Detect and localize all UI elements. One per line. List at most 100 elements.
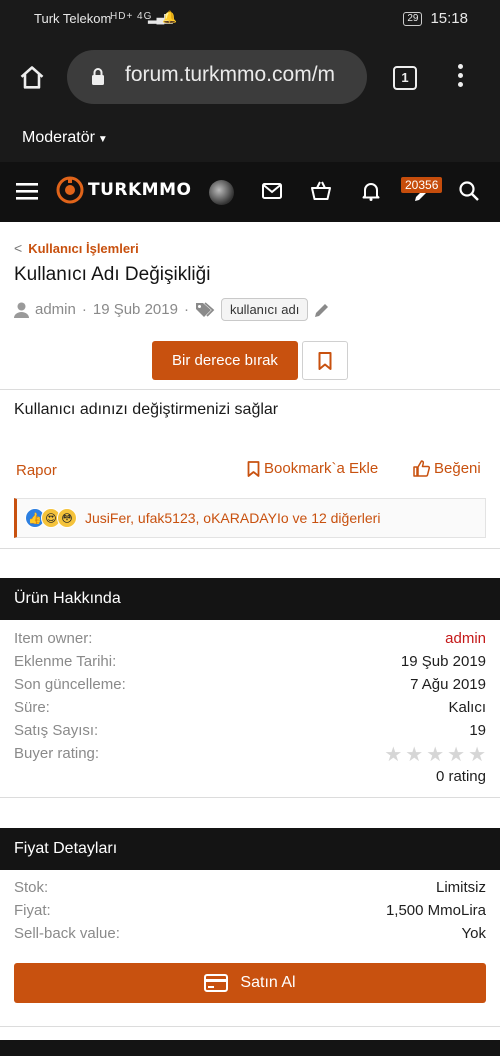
resource-description: Kullanıcı adınızı değiştirmenizi sağlar	[14, 401, 279, 418]
chevron-left-icon: <	[14, 240, 23, 256]
wow-reaction-icon: 😳	[57, 508, 77, 528]
publish-date: 19 Şub 2019	[92, 301, 178, 318]
info-row-duration: Süre: Kalıcı	[14, 699, 486, 722]
clock: 15:18	[430, 10, 468, 27]
edit-pencil-icon[interactable]	[314, 302, 330, 318]
browser-toolbar: forum.turkmmo.com/m 1	[0, 38, 500, 116]
info-value: 19	[469, 722, 486, 739]
divider	[0, 1026, 500, 1027]
mail-icon[interactable]	[262, 183, 282, 199]
price-row-sellback: Sell-back value: Yok	[14, 925, 486, 948]
report-link[interactable]: Rapor	[16, 462, 57, 479]
price-value: 1,500 MmoLira	[385, 902, 486, 919]
tag-chip[interactable]: kullanıcı adı	[220, 298, 309, 321]
post-actions: Rapor Bookmark`a Ekle Beğeni	[0, 460, 500, 484]
home-button[interactable]	[14, 60, 50, 96]
reaction-emojis: 👍 😍 😳	[25, 508, 77, 528]
divider	[0, 797, 500, 798]
rating-count: 0 rating	[435, 768, 486, 785]
bookmark-icon	[318, 351, 332, 370]
info-row-sales: Satış Sayısı: 19	[14, 722, 486, 745]
info-value: Kalıcı	[448, 699, 486, 716]
info-row-updated: Son güncelleme: 7 Ağu 2019	[14, 676, 486, 699]
price-value: Yok	[461, 925, 486, 942]
page-title: Kullanıcı Adı Değişikliği	[14, 264, 211, 285]
buy-button[interactable]: Satın Al	[14, 963, 486, 1003]
product-info-heading: Ürün Hakkında	[0, 578, 500, 620]
info-row-added: Eklenme Tarihi: 19 Şub 2019	[14, 653, 486, 676]
home-icon	[20, 66, 44, 89]
info-key: Süre:	[14, 699, 50, 716]
tab-switcher-button[interactable]: 1	[393, 66, 417, 90]
user-avatar[interactable]	[209, 180, 234, 205]
battery-indicator: 29	[403, 11, 423, 26]
divider	[0, 548, 500, 549]
rate-button[interactable]: Bir derece bırak	[152, 341, 298, 380]
moderator-label: Moderatör	[22, 129, 95, 146]
breadcrumb[interactable]: < Kullanıcı İşlemleri	[14, 240, 139, 256]
url-text: forum.turkmmo.com/m	[125, 63, 336, 86]
price-key: Stok:	[14, 879, 49, 896]
credit-card-icon	[204, 974, 229, 992]
like-link[interactable]: Beğeni	[413, 460, 481, 477]
author-link[interactable]: admin	[35, 301, 76, 318]
price-key: Sell-back value:	[14, 925, 120, 942]
bookmark-button[interactable]	[302, 341, 348, 380]
notification-bell-icon: 🔔	[162, 10, 177, 24]
basket-icon[interactable]	[310, 181, 332, 201]
meta-separator: ·	[183, 301, 189, 318]
owner-link[interactable]: admin	[445, 630, 486, 647]
price-row-stock: Stok: Limitsiz	[14, 879, 486, 902]
thumbs-up-icon	[413, 460, 430, 477]
notification-count-badge: 20356	[401, 177, 443, 193]
like-label: Beğeni	[434, 460, 481, 477]
star-icon: ★	[426, 744, 445, 766]
price-details-heading: Fiyat Detayları	[0, 828, 500, 870]
info-key: Item owner:	[14, 630, 93, 647]
resource-meta: admin · 19 Şub 2019 · kullanıcı adı	[14, 298, 330, 321]
bell-icon[interactable]	[362, 181, 380, 201]
user-icon	[14, 302, 29, 318]
price-key: Fiyat:	[14, 902, 51, 919]
price-value: Limitsiz	[435, 879, 486, 896]
site-logo[interactable]: TURKMMO	[56, 176, 191, 204]
hamburger-menu-icon[interactable]	[16, 182, 38, 200]
info-value: 7 Ağu 2019	[410, 676, 486, 693]
lock-icon	[92, 68, 104, 85]
tags-icon	[195, 301, 215, 317]
info-key: Son güncelleme:	[14, 676, 126, 693]
star-icon: ★	[447, 744, 466, 766]
reaction-users[interactable]: JusiFer, ufak5123, oKARADAYIo ve 12 diğe…	[85, 510, 380, 526]
turkmmo-logo-icon	[56, 176, 84, 204]
star-icon: ★	[468, 744, 486, 766]
star-icon: ★	[405, 744, 424, 766]
bookmark-icon	[247, 460, 260, 477]
moderator-bar: Moderatör ▼	[0, 116, 500, 162]
rating-count-row: 0 rating	[14, 768, 486, 791]
info-row-owner: Item owner: admin	[14, 630, 486, 653]
carrier-name: Turk Telekom	[34, 11, 112, 26]
caret-down-icon: ▼	[97, 134, 108, 145]
next-section-heading	[0, 1040, 500, 1056]
add-bookmark-link[interactable]: Bookmark`a Ekle	[247, 460, 378, 477]
star-icon: ★	[384, 744, 403, 766]
logo-text: TURKMMO	[88, 180, 192, 200]
info-key: Eklenme Tarihi:	[14, 653, 117, 670]
moderator-menu[interactable]: Moderatör ▼	[22, 129, 108, 147]
reactions-bar[interactable]: 👍 😍 😳 JusiFer, ufak5123, oKARADAYIo ve 1…	[14, 498, 486, 538]
status-bar: Turk Telekom HD+ 4G ▂▄▆ 🔔 29 15:18	[0, 0, 500, 38]
rating-stars: ★ ★ ★ ★ ★	[384, 745, 486, 765]
site-navbar: TURKMMO 20356	[0, 162, 500, 222]
info-key: Buyer rating:	[14, 745, 100, 762]
meta-separator: ·	[81, 301, 87, 318]
add-bookmark-label: Bookmark`a Ekle	[264, 460, 379, 477]
buy-button-label: Satın Al	[240, 974, 296, 991]
address-bar[interactable]: forum.turkmmo.com/m	[67, 50, 367, 104]
divider	[0, 389, 500, 390]
info-value: 19 Şub 2019	[400, 653, 486, 670]
price-row-price: Fiyat: 1,500 MmoLira	[14, 902, 486, 925]
info-key: Satış Sayısı:	[14, 722, 99, 739]
breadcrumb-link[interactable]: Kullanıcı İşlemleri	[28, 241, 139, 256]
browser-menu-button[interactable]	[452, 64, 468, 92]
search-icon[interactable]	[459, 181, 479, 201]
